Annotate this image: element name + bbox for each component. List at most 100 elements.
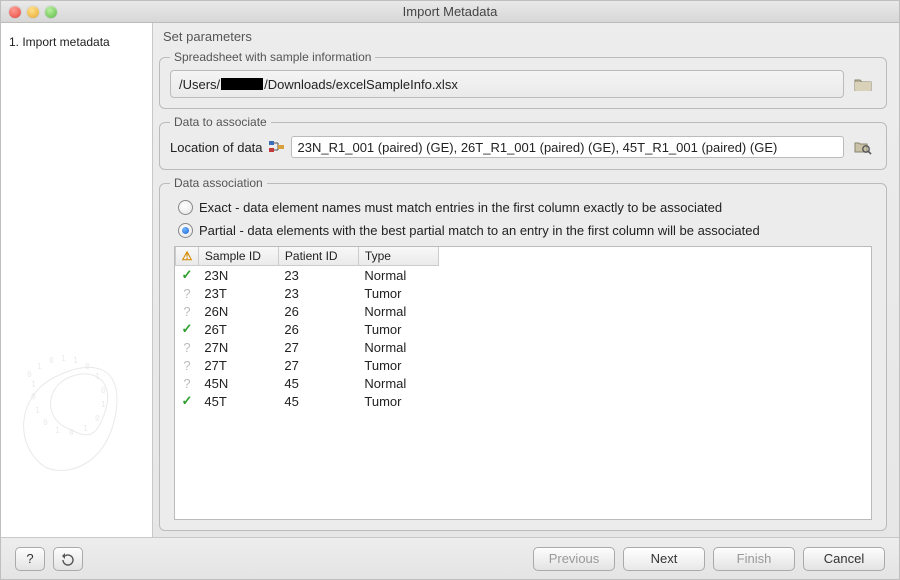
svg-text:0: 0 (101, 386, 106, 395)
cell-patient-id: 27 (278, 338, 358, 356)
table-row[interactable]: ?45N45Normal (176, 374, 439, 392)
data-association-group: Data association Exact - data element na… (159, 176, 887, 531)
cell-sample-id: 45T (198, 392, 278, 410)
titlebar: Import Metadata (1, 1, 899, 23)
row-status-icon: ? (176, 356, 199, 374)
cell-type: Tumor (358, 392, 438, 410)
svg-text:1: 1 (37, 362, 42, 371)
cell-sample-id: 45N (198, 374, 278, 392)
spreadsheet-group: Spreadsheet with sample information /Use… (159, 50, 887, 109)
row-status-icon: ✓ (176, 392, 199, 410)
svg-text:0: 0 (85, 362, 90, 371)
type-column-header[interactable]: Type (358, 247, 438, 266)
cell-sample-id: 26N (198, 302, 278, 320)
spreadsheet-legend: Spreadsheet with sample information (170, 50, 375, 64)
table-header-row: ⚠ Sample ID Patient ID Type (176, 247, 439, 266)
table-row[interactable]: ✓45T45Tumor (176, 392, 439, 410)
data-association-legend: Data association (170, 176, 267, 190)
radio-exact-label: Exact - data element names must match en… (199, 200, 722, 215)
cell-type: Normal (358, 302, 438, 320)
cell-patient-id: 26 (278, 302, 358, 320)
cell-sample-id: 26T (198, 320, 278, 338)
path-prefix: /Users/ (179, 77, 220, 92)
cell-type: Tumor (358, 356, 438, 374)
radio-exact-indicator (178, 200, 193, 215)
svg-text:0: 0 (49, 356, 54, 365)
sample-id-column-header[interactable]: Sample ID (198, 247, 278, 266)
svg-text:0: 0 (43, 418, 48, 427)
row-status-icon: ? (176, 302, 199, 320)
location-of-data-value: 23N_R1_001 (paired) (GE), 26T_R1_001 (pa… (298, 140, 778, 155)
window-title: Import Metadata (1, 4, 899, 19)
svg-text:1: 1 (55, 426, 60, 435)
svg-text:1: 1 (31, 380, 36, 389)
cell-type: Tumor (358, 320, 438, 338)
decorative-binary-swirl: 010 110 101 010 101 01 (5, 307, 145, 487)
cell-sample-id: 27T (198, 356, 278, 374)
reset-icon (60, 552, 76, 566)
svg-text:1: 1 (101, 400, 106, 409)
table-row[interactable]: ?23T23Tumor (176, 284, 439, 302)
cancel-button[interactable]: Cancel (803, 547, 885, 571)
reset-button[interactable] (53, 547, 83, 571)
table-row[interactable]: ?26N26Normal (176, 302, 439, 320)
warning-icon: ⚠ (182, 249, 193, 263)
path-suffix: /Downloads/excelSampleInfo.xlsx (264, 77, 458, 92)
table-row[interactable]: ?27N27Normal (176, 338, 439, 356)
cell-patient-id: 27 (278, 356, 358, 374)
table-row[interactable]: ✓26T26Tumor (176, 320, 439, 338)
radio-exact[interactable]: Exact - data element names must match en… (170, 196, 876, 219)
browse-spreadsheet-button[interactable] (850, 72, 876, 96)
section-heading-set-parameters: Set parameters (159, 29, 887, 44)
radio-partial-label: Partial - data elements with the best pa… (199, 223, 760, 238)
svg-text:1: 1 (73, 356, 78, 365)
cell-type: Tumor (358, 284, 438, 302)
svg-text:1: 1 (61, 354, 66, 363)
patient-id-column-header[interactable]: Patient ID (278, 247, 358, 266)
cell-type: Normal (358, 374, 438, 392)
svg-text:1: 1 (35, 406, 40, 415)
help-button[interactable]: ? (15, 547, 45, 571)
cell-patient-id: 23 (278, 266, 358, 285)
cell-type: Normal (358, 266, 438, 285)
data-to-associate-group: Data to associate Location of data 23N_R… (159, 115, 887, 170)
spreadsheet-path-field[interactable]: /Users/ /Downloads/excelSampleInfo.xlsx (170, 70, 844, 98)
cell-sample-id: 27N (198, 338, 278, 356)
radio-partial-indicator (178, 223, 193, 238)
cell-patient-id: 45 (278, 392, 358, 410)
data-tree-icon (269, 140, 285, 154)
location-of-data-field[interactable]: 23N_R1_001 (paired) (GE), 26T_R1_001 (pa… (291, 136, 844, 158)
row-status-icon: ✓ (176, 266, 199, 285)
row-status-icon: ? (176, 338, 199, 356)
data-to-associate-legend: Data to associate (170, 115, 271, 129)
svg-text:0: 0 (27, 370, 32, 379)
wizard-steps-sidebar: 1. Import metadata 010 110 101 010 101 0… (1, 23, 153, 537)
row-status-icon: ? (176, 374, 199, 392)
cell-patient-id: 45 (278, 374, 358, 392)
cell-patient-id: 26 (278, 320, 358, 338)
cell-sample-id: 23T (198, 284, 278, 302)
wizard-footer: ? Previous Next Finish Cancel (1, 537, 899, 579)
svg-text:0: 0 (95, 414, 100, 423)
previous-button[interactable]: Previous (533, 547, 615, 571)
location-of-data-label: Location of data (170, 140, 263, 155)
status-column-header[interactable]: ⚠ (176, 247, 199, 266)
row-status-icon: ? (176, 284, 199, 302)
association-table[interactable]: ⚠ Sample ID Patient ID Type ✓23N23Normal… (174, 246, 872, 520)
row-status-icon: ✓ (176, 320, 199, 338)
finish-button[interactable]: Finish (713, 547, 795, 571)
svg-text:0: 0 (69, 428, 74, 437)
next-button[interactable]: Next (623, 547, 705, 571)
svg-text:1: 1 (83, 424, 88, 433)
table-row[interactable]: ?27T27Tumor (176, 356, 439, 374)
redacted-username (221, 78, 263, 90)
svg-text:1: 1 (95, 372, 100, 381)
table-row[interactable]: ✓23N23Normal (176, 266, 439, 285)
browse-data-button[interactable] (850, 135, 876, 159)
cell-patient-id: 23 (278, 284, 358, 302)
cell-sample-id: 23N (198, 266, 278, 285)
cell-type: Normal (358, 338, 438, 356)
radio-partial[interactable]: Partial - data elements with the best pa… (170, 219, 876, 242)
wizard-step-1: 1. Import metadata (9, 35, 144, 49)
svg-text:0: 0 (31, 392, 36, 401)
